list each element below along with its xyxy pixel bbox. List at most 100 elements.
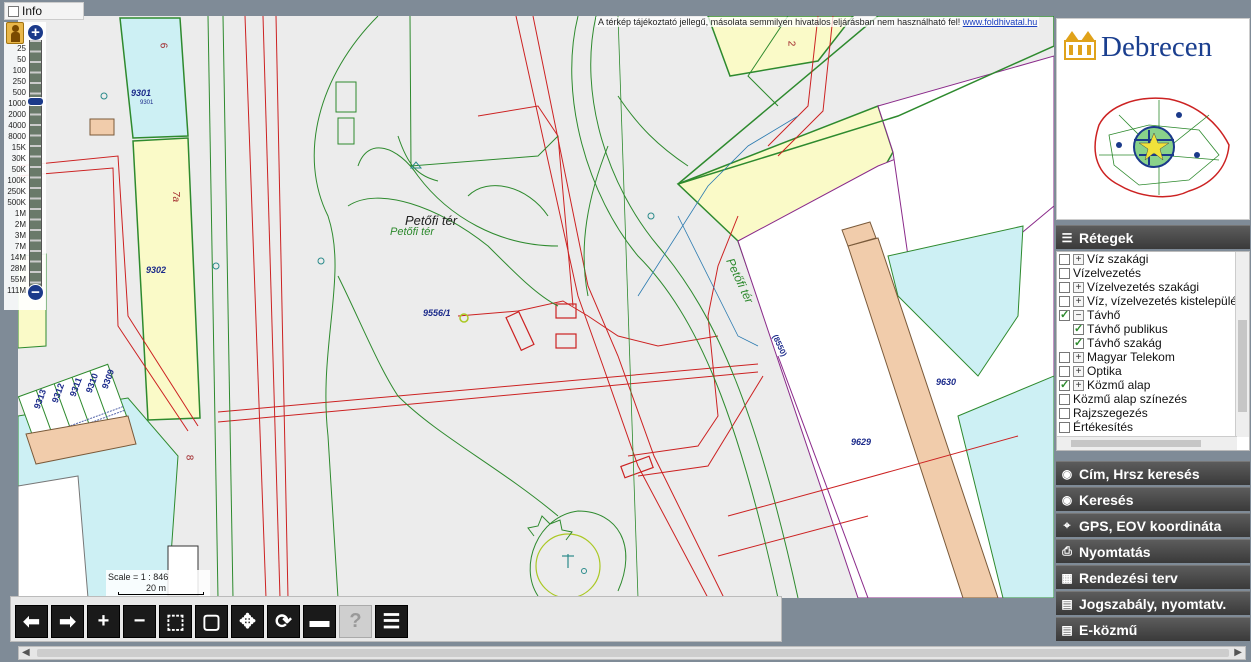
- measure-button[interactable]: ▬: [303, 605, 336, 638]
- layer-item[interactable]: Értékesítés: [1057, 420, 1249, 434]
- e-kozmu-panel-header[interactable]: ▤ E-közmű: [1056, 617, 1250, 641]
- layer-label: Vízelvezetés szakági: [1087, 280, 1200, 294]
- layer-checkbox[interactable]: [1059, 393, 1070, 405]
- horizontal-scrollbar-thumb[interactable]: [37, 649, 1229, 657]
- zoom-level-label[interactable]: 100K: [4, 175, 26, 186]
- layers-vertical-scrollbar[interactable]: [1235, 252, 1249, 437]
- layers-panel-header[interactable]: ☰ Rétegek: [1056, 225, 1250, 249]
- layer-item[interactable]: + Vízelvezetés szakági: [1057, 280, 1249, 294]
- overview-minimap[interactable]: [1079, 85, 1235, 213]
- zoom-level-label[interactable]: 28M: [4, 263, 26, 274]
- law-title: Jogszabály, nyomtatv.: [1079, 595, 1227, 612]
- zoom-in-button[interactable]: +: [87, 605, 120, 638]
- layer-item[interactable]: + Víz szakági: [1057, 252, 1249, 266]
- zoom-level-label[interactable]: 3M: [4, 230, 26, 241]
- printer-icon: ⎙: [1062, 544, 1072, 558]
- zoom-slider-track[interactable]: [29, 40, 42, 292]
- scroll-right-arrow-icon[interactable]: ▶: [1234, 647, 1242, 658]
- layer-item[interactable]: −Távhő: [1057, 308, 1249, 322]
- layers-horizontal-scrollbar-thumb[interactable]: [1071, 440, 1201, 447]
- zoom-level-label[interactable]: 50K: [4, 164, 26, 175]
- zoom-level-label[interactable]: 4000: [4, 120, 26, 131]
- zoom-level-label[interactable]: 100: [4, 65, 26, 76]
- zoom-level-label[interactable]: 111M: [4, 285, 26, 296]
- layer-checkbox[interactable]: [1059, 378, 1070, 392]
- zoom-level-label[interactable]: 55M: [4, 274, 26, 285]
- zoom-level-label[interactable]: 8000: [4, 131, 26, 142]
- zoom-level-label[interactable]: 25: [4, 43, 26, 54]
- zoom-level-label[interactable]: 2M: [4, 219, 26, 230]
- layer-checkbox[interactable]: [1059, 308, 1070, 322]
- layer-label: Távhő szakág: [1087, 336, 1162, 350]
- search-panel-header[interactable]: ◉ Keresés: [1056, 487, 1250, 511]
- zoom-level-label[interactable]: 1M: [4, 208, 26, 219]
- zoom-level-label[interactable]: 250: [4, 76, 26, 87]
- street-view-pegman-icon[interactable]: [6, 22, 24, 44]
- layer-checkbox[interactable]: [1059, 281, 1070, 293]
- zoom-level-label[interactable]: 2000: [4, 109, 26, 120]
- zoom-level-label[interactable]: 500K: [4, 197, 26, 208]
- layer-item[interactable]: Rajzszegezés: [1057, 406, 1249, 420]
- layer-item[interactable]: Közmű alap színezés: [1057, 392, 1249, 406]
- expand-plus-icon[interactable]: +: [1073, 253, 1084, 265]
- layer-checkbox[interactable]: [1059, 253, 1070, 265]
- layers-horizontal-scrollbar[interactable]: [1057, 436, 1237, 450]
- zoom-level-label[interactable]: 250K: [4, 186, 26, 197]
- collapse-minus-icon[interactable]: −: [1073, 309, 1084, 321]
- expand-plus-icon[interactable]: +: [1073, 351, 1084, 363]
- foldhivatal-link[interactable]: www.foldhivatal.hu: [963, 17, 1038, 27]
- zoom-in-plus-button[interactable]: +: [27, 24, 44, 41]
- zoom-level-label[interactable]: 14M: [4, 252, 26, 263]
- layer-item[interactable]: +Közmű alap: [1057, 378, 1249, 392]
- zoom-level-label[interactable]: 7M: [4, 241, 26, 252]
- gps-panel-header[interactable]: ⌖ GPS, EOV koordináta: [1056, 513, 1250, 537]
- expand-plus-icon[interactable]: +: [1073, 365, 1084, 377]
- expand-plus-icon[interactable]: +: [1073, 295, 1084, 307]
- forward-button[interactable]: ➡: [51, 605, 84, 638]
- zoom-level-label[interactable]: 30K: [4, 153, 26, 164]
- layer-checkbox[interactable]: [1059, 365, 1070, 377]
- zoning-plan-panel-header[interactable]: ▦ Rendezési terv: [1056, 565, 1250, 589]
- full-extent-button[interactable]: ▢: [195, 605, 228, 638]
- layer-item[interactable]: + Magyar Telekom: [1057, 350, 1249, 364]
- layer-checkbox[interactable]: [1059, 421, 1070, 433]
- back-button[interactable]: ⬅: [15, 605, 48, 638]
- law-panel-header[interactable]: ▤ Jogszabály, nyomtatv.: [1056, 591, 1250, 615]
- scroll-left-arrow-icon[interactable]: ◀: [22, 647, 30, 658]
- zoom-level-label[interactable]: 500: [4, 87, 26, 98]
- expand-plus-icon[interactable]: +: [1073, 379, 1084, 391]
- zoom-level-label[interactable]: 1000: [4, 98, 26, 109]
- layer-item[interactable]: + Optika: [1057, 364, 1249, 378]
- refresh-button[interactable]: ⟳: [267, 605, 300, 638]
- search-title: Keresés: [1079, 491, 1134, 508]
- zoom-level-label[interactable]: 50: [4, 54, 26, 65]
- layer-item[interactable]: Vízelvezetés: [1057, 266, 1249, 280]
- expand-plus-icon[interactable]: +: [1073, 281, 1084, 293]
- info-checkbox[interactable]: [8, 5, 19, 17]
- layer-item[interactable]: Távhő szakág: [1057, 336, 1249, 350]
- zoom-level-label[interactable]: 15K: [4, 142, 26, 153]
- help-button[interactable]: ?: [339, 605, 372, 638]
- layer-checkbox[interactable]: [1059, 267, 1070, 279]
- layer-checkbox[interactable]: [1059, 351, 1070, 363]
- layer-item[interactable]: + Víz, vízelvezetés kistelepülés: [1057, 294, 1249, 308]
- zoom-slider-handle[interactable]: [27, 97, 44, 106]
- layers-vertical-scrollbar-thumb[interactable]: [1238, 320, 1247, 412]
- address-search-panel-header[interactable]: ◉ Cím, Hrsz keresés: [1056, 461, 1250, 485]
- document-button[interactable]: ☰: [375, 605, 408, 638]
- info-toggle[interactable]: Info: [4, 2, 84, 20]
- layer-item[interactable]: Távhő publikus: [1057, 322, 1249, 336]
- layer-checkbox[interactable]: [1073, 322, 1084, 336]
- pan-button[interactable]: ✥: [231, 605, 264, 638]
- map-canvas[interactable]: Petőfi tér Petőfi tér Petőfi tér 9556/1 …: [18, 16, 1054, 598]
- zoom-out-button[interactable]: −: [123, 605, 156, 638]
- layer-checkbox[interactable]: [1059, 407, 1070, 419]
- layer-checkbox[interactable]: [1059, 295, 1070, 307]
- zoom-out-minus-button[interactable]: −: [27, 284, 44, 301]
- layer-checkbox[interactable]: [1073, 336, 1084, 350]
- disclaimer-text: A térkép tájékoztató jellegű, másolata s…: [598, 17, 961, 27]
- horizontal-scrollbar[interactable]: ◀ ▶: [18, 646, 1246, 660]
- print-panel-header[interactable]: ⎙ Nyomtatás: [1056, 539, 1250, 563]
- zoom-box-button[interactable]: ⬚: [159, 605, 192, 638]
- plan-icon: ▦: [1061, 570, 1073, 585]
